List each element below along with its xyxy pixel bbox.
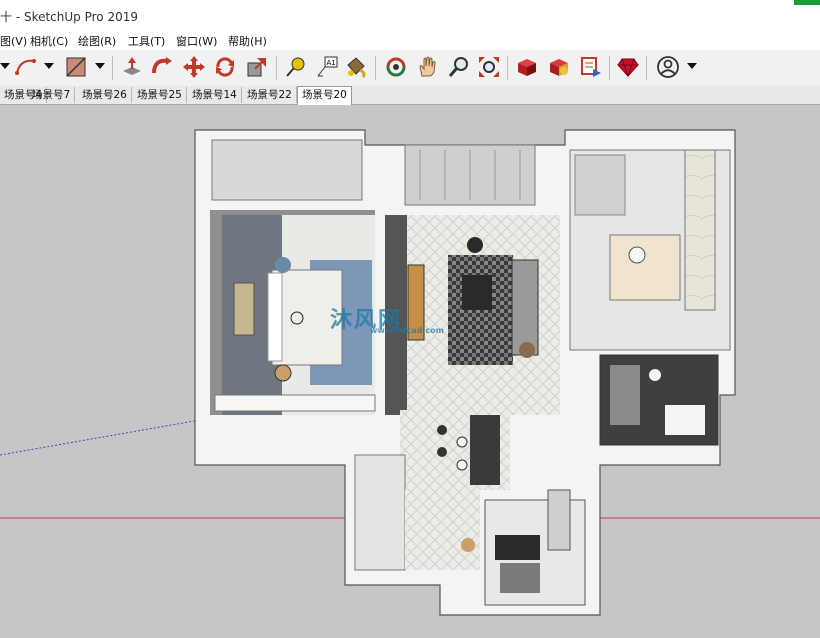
chevron-down-icon[interactable] <box>0 63 10 69</box>
3d-warehouse-icon[interactable] <box>513 53 541 81</box>
blue-axis-line <box>0 419 201 456</box>
bedside-table <box>274 364 292 382</box>
shower-area <box>610 365 640 425</box>
cooktop <box>495 535 540 560</box>
menu-view[interactable]: 图(V) <box>0 33 27 49</box>
window-title: 十 - SketchUp Pro 2019 <box>0 10 138 24</box>
tape-measure-icon[interactable] <box>282 53 310 81</box>
move-icon[interactable] <box>180 53 208 81</box>
account-icon[interactable] <box>654 53 682 81</box>
right-bedroom-wall-art <box>684 149 716 311</box>
sofa <box>511 259 539 356</box>
pendant-light <box>628 246 646 264</box>
watermark-url: www.mfcad.com <box>370 326 444 335</box>
scale-icon[interactable] <box>243 53 271 81</box>
right-bedroom-bed <box>609 234 681 301</box>
paint-bucket-icon[interactable] <box>342 53 370 81</box>
svg-text:A1: A1 <box>327 59 336 67</box>
window-sill <box>214 394 376 412</box>
push-pull-icon[interactable] <box>118 53 146 81</box>
zoom-icon[interactable] <box>445 53 473 81</box>
tab-scene-26[interactable]: 场景号26 <box>78 87 132 103</box>
follow-me-icon[interactable] <box>148 53 176 81</box>
toilet <box>649 369 661 381</box>
menu-help[interactable]: 帮助(H) <box>228 33 267 49</box>
entrance-closet <box>354 454 406 571</box>
window-accent-strip <box>794 0 820 5</box>
menu-window[interactable]: 窗口(W) <box>176 33 217 49</box>
wall-painting <box>233 282 255 336</box>
bed-headboard <box>267 272 283 362</box>
dining-table <box>470 415 500 485</box>
floor-plan-model <box>0 129 820 616</box>
coffee-table <box>462 275 492 310</box>
chevron-down-icon[interactable] <box>44 63 54 69</box>
tab-scene-20[interactable]: 场景号20 <box>297 86 352 105</box>
side-table <box>519 342 535 358</box>
menu-camera[interactable]: 相机(C) <box>30 33 68 49</box>
scene-tabs: 场景号4 场景号7 场景号26 场景号25 场景号14 场景号22 场景号20 <box>0 86 820 105</box>
living-lamp <box>467 237 483 253</box>
hallway-floor <box>405 490 480 570</box>
balcony-left <box>211 139 363 201</box>
ruby-console-icon[interactable] <box>614 53 642 81</box>
zoom-extents-icon[interactable] <box>475 53 503 81</box>
chevron-down-icon[interactable] <box>95 63 105 69</box>
menu-bar: 图(V) 相机(C) 绘图(R) 工具(T) 窗口(W) 帮助(H) <box>0 30 820 50</box>
chevron-down-icon[interactable] <box>687 63 697 69</box>
tab-scene-25[interactable]: 场景号25 <box>133 87 187 103</box>
tab-scene-14[interactable]: 场景号14 <box>188 87 242 103</box>
eraser-rect-icon[interactable] <box>62 53 90 81</box>
tab-scene-7[interactable]: 场景号7 <box>28 87 76 103</box>
watermark: 沐风网 www.mfcad.com <box>330 302 444 335</box>
rotate-icon[interactable] <box>211 53 239 81</box>
main-toolbar: A1 <box>0 50 820 87</box>
pan-hand-icon[interactable] <box>414 53 442 81</box>
bedside-lamp <box>275 257 291 273</box>
title-bar: 十 - SketchUp Pro 2019 <box>0 0 820 30</box>
fridge <box>547 489 571 551</box>
menu-tools[interactable]: 工具(T) <box>128 33 165 49</box>
kitchen-island <box>500 563 540 593</box>
model-viewport[interactable]: 沐风网 www.mfcad.com <box>0 105 820 638</box>
orbit-icon[interactable] <box>382 53 410 81</box>
text-label-icon[interactable]: A1 <box>313 53 341 81</box>
layout-send-icon[interactable] <box>577 53 605 81</box>
wardrobe <box>574 154 626 216</box>
extension-warehouse-icon[interactable] <box>545 53 573 81</box>
entry-rug <box>461 538 475 552</box>
vanity <box>665 405 705 435</box>
tab-scene-22[interactable]: 场景号22 <box>243 87 297 103</box>
menu-draw[interactable]: 绘图(R) <box>78 33 116 49</box>
arc-tool-icon[interactable] <box>12 53 40 81</box>
